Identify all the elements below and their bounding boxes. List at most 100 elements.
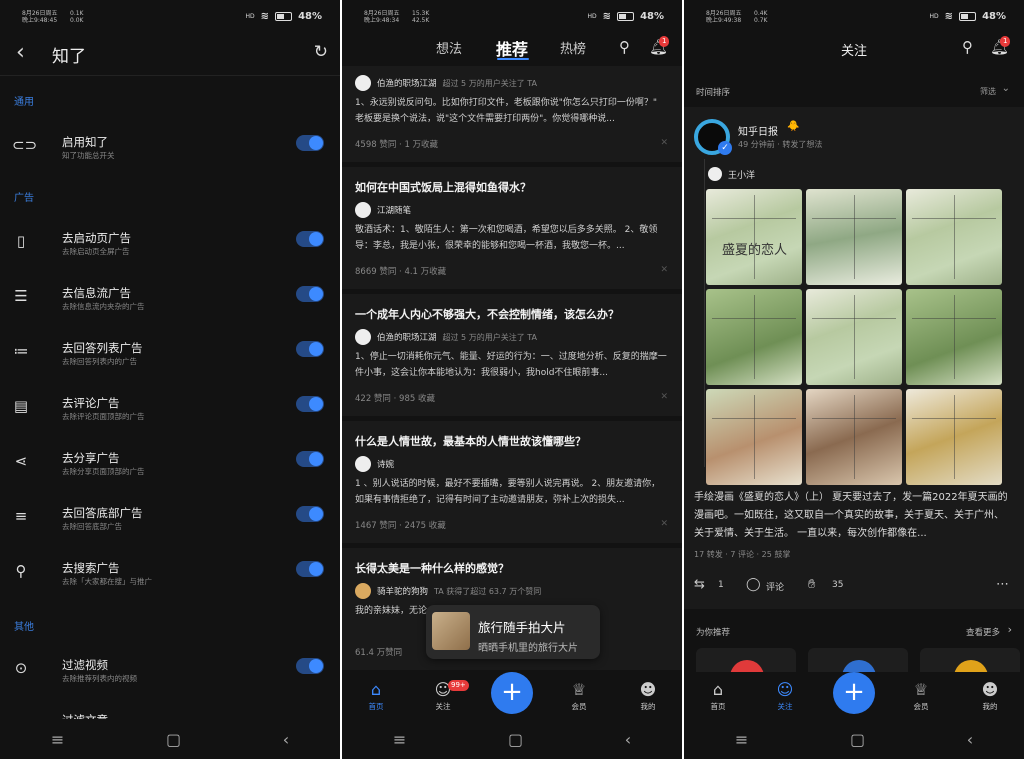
enable-switch[interactable] [296, 135, 324, 151]
manga-image-1[interactable]: 盛夏的恋人 [706, 189, 802, 285]
menu-icon[interactable]: ≡ [393, 730, 406, 749]
menu-icon[interactable]: ≡ [51, 730, 64, 749]
manga-image-7[interactable] [706, 389, 802, 485]
filter-video-switch[interactable] [296, 658, 324, 674]
manga-image-5[interactable] [806, 289, 902, 385]
setting-answer-bottom-ad[interactable]: ≡ 去回答底部广告 去除回答底部广告 [0, 493, 340, 547]
menu-icon[interactable]: ≡ [735, 730, 748, 749]
refresh-icon[interactable]: ↻ [314, 42, 328, 62]
back-icon[interactable]: ‹ [967, 730, 973, 749]
card-title[interactable]: 一个成年人内心不够强大，不会控制情绪，该怎么办？ [355, 306, 619, 322]
share-ad-switch[interactable] [296, 451, 324, 467]
setting-comment-ad[interactable]: ▤ 去评论广告 去除评论页面顶部的广告 [0, 383, 340, 437]
tab-recommend[interactable]: 推荐 [496, 36, 528, 60]
system-nav-bar: ≡ ▢ ‹ [342, 719, 682, 759]
setting-filter-video[interactable]: ⊙ 过滤视频 去除推荐列表内的视频 [0, 645, 340, 699]
feed-card-4[interactable]: 什么是人情世故，最基本的人情世故该懂哪些？ 诗婉 1 、别人说话的时候，最好不要… [342, 421, 682, 543]
recommend-card-2[interactable] [808, 648, 908, 674]
manga-image-3[interactable] [906, 189, 1002, 285]
recommend-card-3[interactable] [920, 648, 1020, 674]
chevron-down-icon[interactable]: ⌄ [1002, 83, 1010, 94]
setting-feed-ad[interactable]: ☰ 去信息流广告 去除信息流内夹杂的广告 [0, 273, 340, 327]
feed-card-3[interactable]: 一个成年人内心不够强大，不会控制情绪，该怎么办？ 伯渔的职场江湖 超过 5 万的… [342, 294, 682, 416]
create-post-button[interactable]: + [833, 672, 875, 714]
answer-list-ad-switch[interactable] [296, 341, 324, 357]
bottom-tab-vip[interactable]: ♕ 会员 [559, 680, 599, 712]
bottom-tab-vip[interactable]: ♕ 会员 [901, 680, 941, 712]
comment-ad-switch[interactable] [296, 396, 324, 412]
chevron-right-icon[interactable]: › [1008, 623, 1012, 636]
verified-icon: ✓ [718, 141, 732, 155]
setting-search-ad[interactable]: ⚲ 去搜索广告 去除「大家都在搜」与推广 [0, 548, 340, 602]
tab-hot[interactable]: 热榜 [560, 38, 586, 57]
search-icon[interactable]: ⚲ [962, 38, 973, 56]
home-icon[interactable]: ▢ [850, 730, 865, 749]
publisher-name[interactable]: 知乎日报 [738, 123, 778, 138]
manga-image-6[interactable] [906, 289, 1002, 385]
author-name[interactable]: 江湖随笔 [377, 204, 411, 216]
back-icon[interactable]: ‹ [283, 730, 289, 749]
repost-icon[interactable]: ⇆ [694, 577, 705, 592]
bottom-tab-home[interactable]: ⌂ 首页 [698, 680, 738, 712]
close-icon[interactable]: ✕ [660, 138, 668, 148]
card-title[interactable]: 长得太美是一种什么样的感觉？ [355, 560, 509, 576]
manga-image-2[interactable] [806, 189, 902, 285]
bottom-tab-home[interactable]: ⌂ 首页 [356, 680, 396, 712]
bottom-tab-me[interactable]: ☻ 我的 [628, 680, 668, 712]
close-icon[interactable]: ✕ [660, 519, 668, 529]
following-feed-card[interactable]: ✓ 知乎日报 🐥 49 分钟前 · 转发了想法 王小洋 盛夏的恋人 手绘漫画《盛… [684, 107, 1024, 609]
repost-count: 1 [718, 580, 724, 590]
comment-label[interactable]: 评论 [766, 580, 784, 593]
promo-thumbnail [432, 612, 470, 650]
sort-label[interactable]: 时间排序 [696, 86, 730, 98]
card-stats: 61.4 万赞同 [355, 648, 403, 658]
back-icon[interactable]: ‹ [625, 730, 631, 749]
promo-toast[interactable]: 旅行随手拍大片 晒晒手机里的旅行大片 [426, 605, 600, 659]
author-name[interactable]: 诗婉 [377, 458, 394, 470]
manga-image-4[interactable] [706, 289, 802, 385]
card-title[interactable]: 什么是人情世故，最基本的人情世故该懂哪些？ [355, 433, 586, 449]
answer-bottom-ad-switch[interactable] [296, 506, 324, 522]
feed-ad-switch[interactable] [296, 286, 324, 302]
manga-image-8[interactable] [806, 389, 902, 485]
search-ad-switch[interactable] [296, 561, 324, 577]
section-ads: 广告 [14, 193, 34, 204]
see-more-link[interactable]: 查看更多 [966, 626, 1000, 638]
tab-ideas[interactable]: 想法 [436, 38, 462, 57]
home-icon[interactable]: ▢ [508, 730, 523, 749]
feed-card-1[interactable]: 伯渔的职场江湖 超过 5 万的用户关注了 TA 1、永远别说反问句。比如你打印文… [342, 66, 682, 162]
close-icon[interactable]: ✕ [660, 265, 668, 275]
author-name[interactable]: 伯渔的职场江湖 [377, 77, 437, 89]
setting-splash-ad[interactable]: ▯ 去启动页广告 去除启动页全屏广告 [0, 218, 340, 272]
bottom-tab-bar: ⌂ 首页 ☺ 关注 99+ + ♕ 会员 ☻ 我的 [342, 672, 682, 718]
bottom-tab-follow[interactable]: ☺ 关注 [765, 680, 805, 712]
search-icon[interactable]: ⚲ [619, 38, 630, 56]
more-icon[interactable]: ⋯ [996, 577, 1010, 592]
reposter-name[interactable]: 王小洋 [728, 168, 755, 181]
setting-share-ad[interactable]: ⋖ 去分享广告 去除分享页面顶部的广告 [0, 438, 340, 492]
post-description[interactable]: 手绘漫画《盛夏的恋人》（上） 夏天要过去了，发一篇2022年夏天画的漫画吧。一如… [694, 489, 1010, 543]
splash-ad-switch[interactable] [296, 231, 324, 247]
filter-label[interactable]: 筛选 [980, 86, 996, 97]
feed-card-2[interactable]: 如何在中国式饭局上混得如鱼得水？ 江湖随笔 敬酒话术：1、敬陌生人：第一次和您喝… [342, 167, 682, 289]
create-post-button[interactable]: + [491, 672, 533, 714]
author-name[interactable]: 骑羊驼的狗狗 [377, 585, 428, 597]
bottom-tab-me[interactable]: ☻ 我的 [970, 680, 1010, 712]
back-arrow-icon[interactable]: ‹ [16, 40, 25, 65]
close-icon[interactable]: ✕ [660, 392, 668, 402]
card-title[interactable]: 如何在中国式饭局上混得如鱼得水？ [355, 179, 531, 195]
home-icon[interactable]: ▢ [166, 730, 181, 749]
manga-image-9[interactable] [906, 389, 1002, 485]
setting-answer-list-ad[interactable]: ≔ 去回答列表广告 去除回答列表内的广告 [0, 328, 340, 382]
author-name[interactable]: 伯渔的职场江湖 [377, 331, 437, 343]
setting-subtitle: 去除分享页面顶部的广告 [62, 467, 145, 476]
phone-icon: ▯ [16, 232, 26, 250]
setting-enable-zhiliao[interactable]: ⊂⊃ 启用知了 知了功能总开关 [0, 122, 340, 176]
setting-filter-article[interactable]: 过滤文章 [0, 700, 340, 720]
avatar [355, 75, 371, 91]
recommend-card-1[interactable] [696, 648, 796, 674]
comment-icon[interactable]: ◯ [746, 577, 761, 592]
clap-icon[interactable]: ✋︎ [808, 577, 815, 592]
clap-count: 35 [832, 580, 844, 590]
people-icon: ☺ [776, 680, 794, 699]
